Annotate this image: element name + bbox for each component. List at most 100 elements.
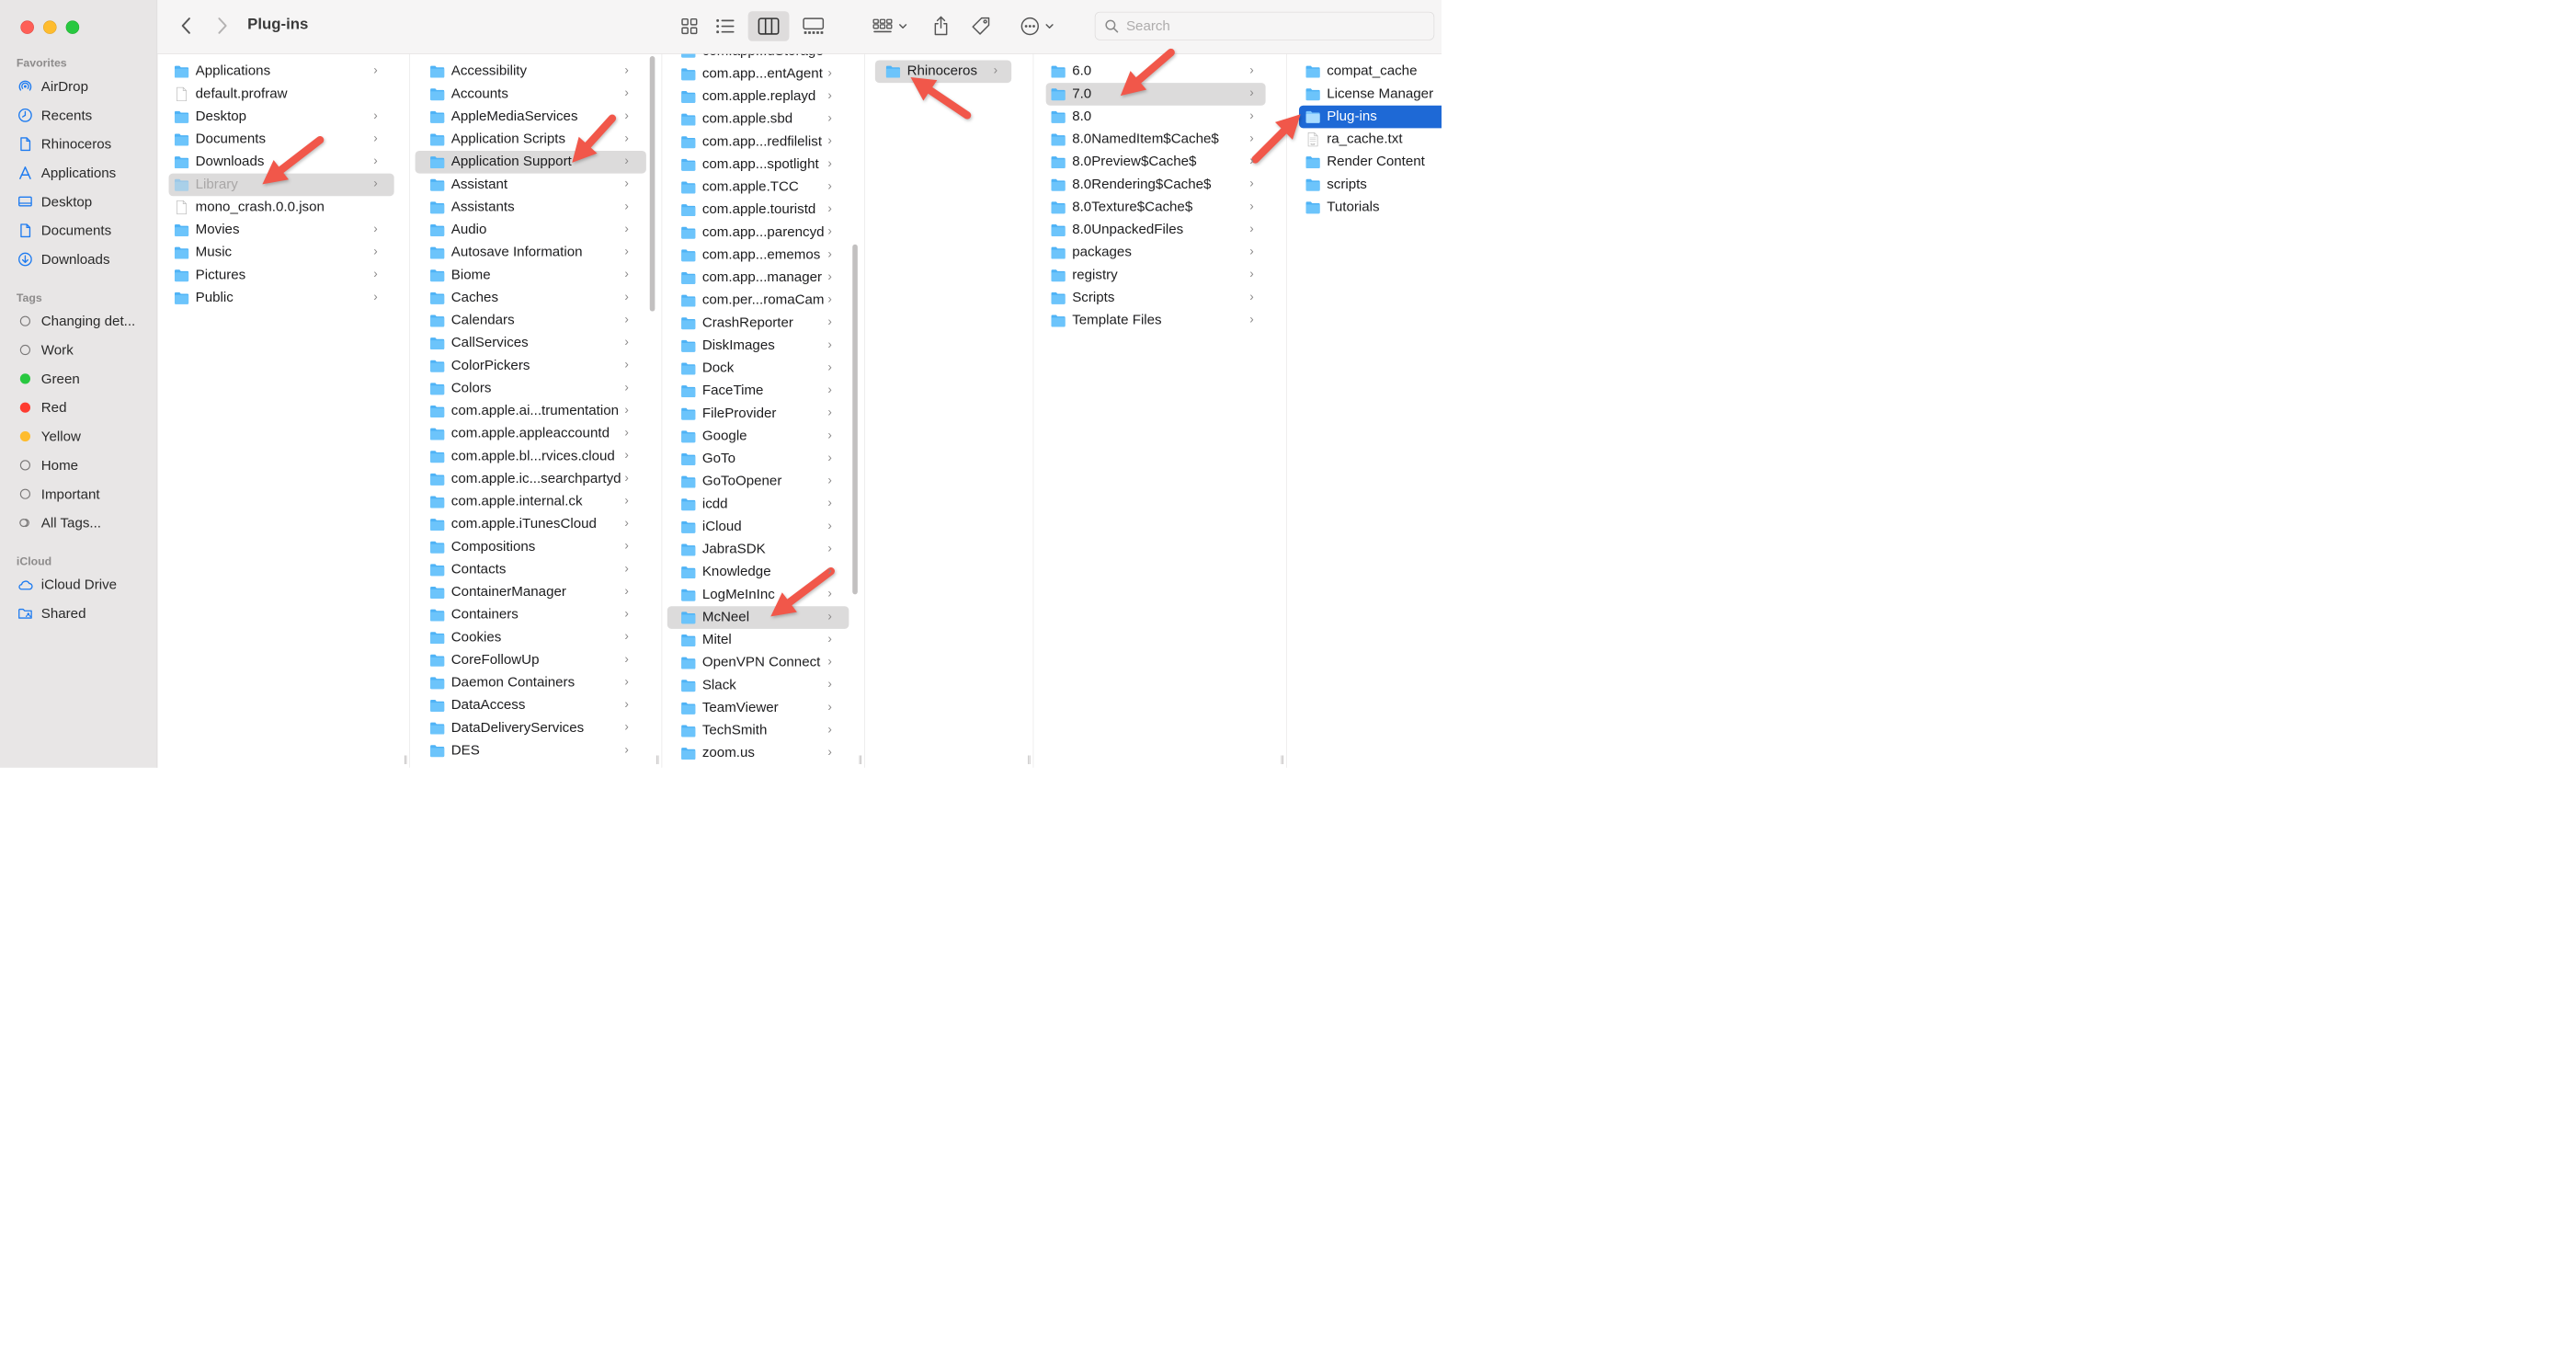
share-button[interactable] [929,11,954,40]
sidebar-tag-home[interactable]: Home [0,451,157,479]
list-item[interactable]: DataDeliveryServices › [410,717,662,740]
list-item[interactable]: Biome › [410,264,662,287]
list-item[interactable]: Assistants › [410,196,662,219]
column-resize-handle[interactable]: || [1027,754,1031,765]
list-item[interactable]: com.apple.bl...rvices.cloud › [410,445,662,468]
sidebar-item-icloud-drive[interactable]: iCloud Drive [0,570,157,599]
close-window-button[interactable] [20,20,34,34]
list-item[interactable]: Accounts › [410,83,662,106]
list-item[interactable]: com.apple.replayd › [662,86,864,109]
list-item[interactable]: FaceTime › [662,380,864,403]
sidebar-tag-green[interactable]: Green [0,364,157,393]
list-item[interactable]: Desktop › [157,106,409,129]
sidebar-tag-yellow[interactable]: Yellow [0,422,157,451]
list-item[interactable]: LogMeInInc › [662,584,864,607]
list-item[interactable]: Downloads › [157,151,409,174]
gallery-view-button[interactable] [795,14,831,40]
list-item[interactable]: scripts [1287,174,1442,197]
sidebar-tag-red[interactable]: Red [0,394,157,422]
tags-button[interactable] [967,12,995,40]
list-item[interactable]: CrashReporter › [662,312,864,335]
list-item[interactable]: McNeel › [662,606,864,629]
list-item[interactable]: CoreFollowUp › [410,649,662,672]
list-item[interactable]: com.apple.appleaccountd › [410,422,662,445]
sidebar-item-documents[interactable]: Documents [0,216,157,245]
list-item[interactable]: Google › [662,425,864,448]
sidebar-item-rhinoceros[interactable]: Rhinoceros [0,130,157,158]
list-item[interactable]: registry › [1033,264,1286,287]
list-item[interactable]: com.app...entAgent › [662,63,864,86]
search-field[interactable]: Search [1094,11,1435,40]
zoom-window-button[interactable] [65,20,80,34]
sidebar-tag-important[interactable]: Important [0,480,157,509]
list-item[interactable]: com.apple.iTunesCloud › [410,513,662,536]
list-item[interactable]: Calendars › [410,309,662,332]
list-item[interactable]: Rhinoceros › [865,60,1033,84]
sidebar-tag-work[interactable]: Work [0,336,157,364]
list-item[interactable]: Assistant › [410,174,662,197]
list-item[interactable]: DataAccess › [410,694,662,717]
list-item[interactable]: Slack › [662,674,864,697]
sidebar-item-downloads[interactable]: Downloads [0,245,157,273]
column-resize-handle[interactable]: || [404,754,407,765]
list-item[interactable]: com.app...dStorage› [662,53,864,63]
list-view-button[interactable] [710,14,741,40]
list-item[interactable]: Dock › [662,357,864,380]
sidebar-item-shared[interactable]: Shared [0,599,157,627]
list-item[interactable]: Caches › [410,287,662,310]
column-resize-handle[interactable]: || [1281,754,1284,765]
list-item[interactable]: Tutorials [1287,196,1442,219]
list-item[interactable]: default.profraw [157,83,409,106]
list-item[interactable]: com.app...parencyd › [662,222,864,245]
list-item[interactable]: Plug-ins [1287,105,1442,129]
minimize-window-button[interactable] [43,20,57,34]
column-resize-handle[interactable]: || [655,754,659,765]
scrollbar[interactable] [852,244,858,595]
list-item[interactable]: com.apple.sbd › [662,109,864,131]
list-item[interactable]: Render Content [1287,151,1442,174]
list-item[interactable]: com.app...spotlight › [662,154,864,177]
list-item[interactable]: Library › [157,173,409,197]
list-item[interactable]: FileProvider › [662,403,864,426]
list-item[interactable]: AppleMediaServices › [410,106,662,129]
list-item[interactable]: 8.0Rendering$Cache$ › [1033,174,1286,197]
sidebar-item-airdrop[interactable]: AirDrop [0,72,157,100]
list-item[interactable]: Cookies › [410,626,662,649]
list-item[interactable]: 6.0 › [1033,60,1286,83]
list-item[interactable]: Mitel › [662,629,864,652]
list-item[interactable]: Audio › [410,219,662,242]
list-item[interactable]: mono_crash.0.0.json [157,196,409,219]
list-item[interactable]: Accessibility › [410,60,662,83]
list-item[interactable]: 7.0 › [1033,83,1286,106]
list-item[interactable]: Application Scripts › [410,128,662,151]
list-item[interactable]: Contacts › [410,558,662,581]
sidebar-tag-all-tags[interactable]: All Tags... [0,509,157,537]
list-item[interactable]: Application Support › [410,150,662,174]
list-item[interactable]: DES › [410,739,662,762]
sidebar-item-applications[interactable]: Applications [0,158,157,187]
list-item[interactable]: 8.0UnpackedFiles › [1033,219,1286,242]
list-item[interactable]: com.apple.internal.ck › [410,490,662,513]
list-item[interactable]: Movies › [157,219,409,242]
list-item[interactable]: 8.0Preview$Cache$ › [1033,151,1286,174]
more-actions-button[interactable] [1011,14,1063,40]
list-item[interactable]: TechSmith › [662,719,864,742]
icon-view-button[interactable] [674,14,705,40]
list-item[interactable]: Applications › [157,60,409,83]
list-item[interactable]: compat_cache [1287,60,1442,83]
list-item[interactable]: Documents › [157,128,409,151]
list-item[interactable]: com.apple.ic...searchpartyd › [410,468,662,491]
list-item[interactable]: Music › [157,241,409,264]
scrollbar[interactable] [649,55,655,312]
sidebar-item-recents[interactable]: Recents [0,101,157,130]
list-item[interactable]: 8.0 › [1033,106,1286,129]
column-resize-handle[interactable]: || [859,754,862,765]
forward-button[interactable] [212,16,233,36]
list-item[interactable]: zoom.us › [662,742,864,765]
list-item[interactable]: Pictures › [157,264,409,287]
list-item[interactable]: com.app...ememos › [662,244,864,267]
list-item[interactable]: icdd › [662,493,864,516]
list-item[interactable]: com.apple.ai...trumentation › [410,400,662,423]
list-item[interactable]: ColorPickers › [410,355,662,378]
list-item[interactable]: Compositions › [410,536,662,559]
